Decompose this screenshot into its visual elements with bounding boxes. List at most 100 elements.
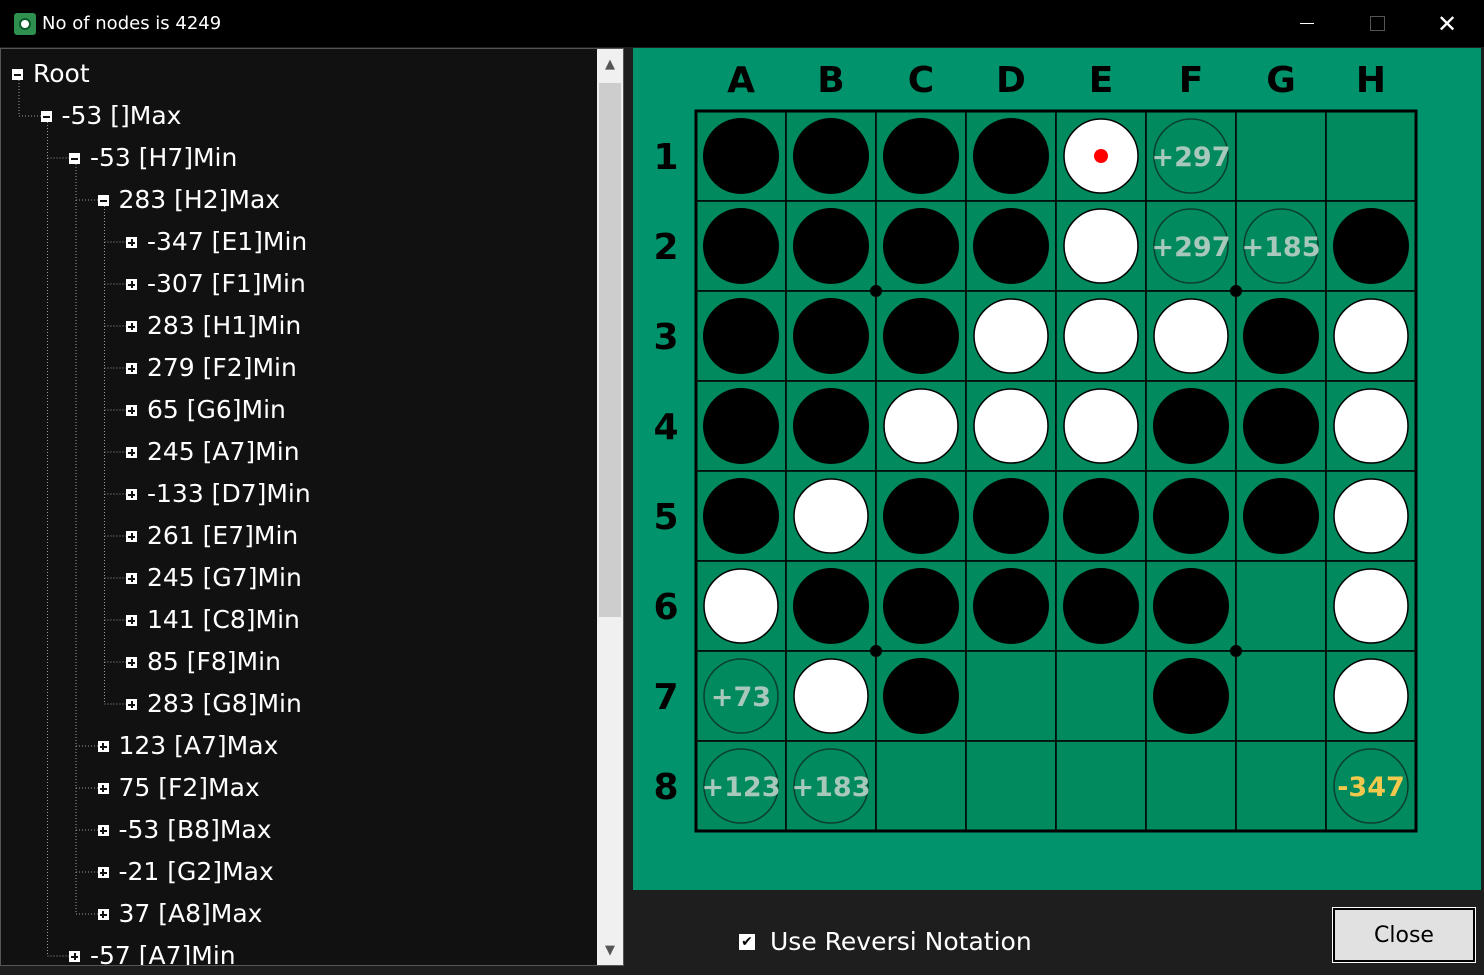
black-disc (793, 568, 869, 644)
column-label-h: H (1356, 60, 1386, 101)
expand-plus-icon[interactable] (97, 741, 109, 752)
tree-node-label[interactable]: 245 [A7]Min (147, 437, 300, 467)
black-disc (703, 208, 779, 284)
white-disc (703, 568, 779, 644)
column-label-f: F (1179, 60, 1204, 101)
board-star-point (1230, 285, 1242, 297)
reversi-notation-label[interactable]: Use Reversi Notation (770, 926, 1032, 958)
scroll-up-arrow-icon[interactable]: ▲ (597, 49, 623, 79)
tree-node-label[interactable]: 283 [G8]Min (147, 689, 302, 719)
white-disc (1333, 298, 1409, 374)
tree-node-label[interactable]: 75 [F2]Max (119, 773, 260, 803)
black-disc (703, 388, 779, 464)
board-cell[interactable] (1235, 650, 1327, 742)
white-disc (793, 478, 869, 554)
move-score-label: +297 (1152, 142, 1231, 173)
black-disc (1153, 478, 1229, 554)
expand-plus-icon[interactable] (126, 573, 137, 584)
black-disc (1243, 298, 1319, 374)
close-button[interactable]: Close (1332, 907, 1476, 963)
board-cell[interactable] (965, 740, 1057, 832)
board-cell[interactable] (1325, 110, 1417, 202)
tree-node-label[interactable]: 123 [A7]Max (119, 731, 279, 761)
tree-node-label[interactable]: Root (33, 59, 90, 89)
expand-plus-icon[interactable] (126, 531, 137, 542)
tree-node-label[interactable]: 261 [E7]Min (147, 521, 298, 551)
column-label-b: B (817, 60, 844, 101)
tree-node-label[interactable]: 283 [H2]Max (119, 185, 281, 215)
board-cell[interactable] (1235, 740, 1327, 832)
expand-plus-icon[interactable] (126, 699, 137, 710)
expand-plus-icon[interactable] (126, 279, 137, 290)
expand-plus-icon[interactable] (97, 867, 109, 878)
scroll-thumb[interactable] (599, 83, 621, 617)
board-cell[interactable] (1235, 110, 1327, 202)
tree-node-label[interactable]: 245 [G7]Min (147, 563, 302, 593)
title-bar: No of nodes is 4249 ✕ (0, 0, 1484, 47)
minimize-button[interactable] (1272, 0, 1342, 47)
board-cell[interactable] (1235, 560, 1327, 652)
black-disc (1063, 568, 1139, 644)
tree-node-label[interactable]: -347 [E1]Min (147, 227, 307, 257)
tree-node-label[interactable]: -57 [A7]Min (90, 941, 236, 965)
white-disc (793, 658, 869, 734)
black-disc (883, 298, 959, 374)
tree-node-label[interactable]: -307 [F1]Min (147, 269, 306, 299)
expand-plus-icon[interactable] (126, 363, 137, 374)
expand-plus-icon[interactable] (126, 237, 137, 248)
collapse-minus-icon[interactable] (12, 69, 23, 80)
tree-node-label[interactable]: -53 [H7]Min (90, 143, 237, 173)
board-panel: A B C D E F G H 1 2 3 4 5 6 7 8 +297 +297 +185 +73 +123 +183 -… (633, 48, 1481, 890)
board-cell[interactable] (875, 740, 967, 832)
tree-node-label[interactable]: -53 []Max (62, 101, 182, 131)
row-label-5: 5 (653, 497, 678, 538)
close-window-button[interactable]: ✕ (1412, 0, 1482, 47)
black-disc (883, 478, 959, 554)
tree-node-label[interactable]: -133 [D7]Min (147, 479, 311, 509)
tree-node-label[interactable]: -21 [G2]Max (119, 857, 274, 887)
expand-plus-icon[interactable] (126, 447, 137, 458)
maximize-button[interactable] (1342, 0, 1412, 47)
footer-bar: ✔ Use Reversi Notation Close (633, 892, 1484, 975)
white-disc (883, 388, 959, 464)
tree-node-label[interactable]: 283 [H1]Min (147, 311, 301, 341)
tree-node-label[interactable]: 141 [C8]Min (147, 605, 300, 635)
expand-plus-icon[interactable] (126, 489, 137, 500)
tree-node-label[interactable]: 279 [F2]Min (147, 353, 297, 383)
board-cell[interactable] (965, 650, 1057, 742)
board-cell[interactable] (1055, 740, 1147, 832)
expand-plus-icon[interactable] (69, 951, 80, 962)
column-label-d: D (996, 60, 1026, 101)
tree-node-label[interactable]: -53 [B8]Max (119, 815, 272, 845)
scroll-down-arrow-icon[interactable]: ▼ (597, 935, 623, 965)
tree-node-label[interactable]: 65 [G6]Min (147, 395, 286, 425)
collapse-minus-icon[interactable] (97, 195, 109, 206)
reversi-notation-checkbox[interactable]: ✔ (739, 934, 755, 950)
expand-plus-icon[interactable] (126, 405, 137, 416)
column-label-e: E (1089, 60, 1114, 101)
white-disc (1333, 568, 1409, 644)
tree-vertical-scrollbar[interactable]: ▲ ▼ (597, 49, 623, 965)
collapse-minus-icon[interactable] (40, 111, 52, 122)
row-label-1: 1 (653, 137, 678, 178)
expand-plus-icon[interactable] (126, 615, 137, 626)
move-score-label: -347 (1337, 772, 1405, 803)
collapse-minus-icon[interactable] (69, 153, 80, 164)
search-tree-view[interactable]: Root -53 []Max -53 [H7]Min 283 [H2]Max -347 … (0, 48, 624, 966)
row-label-4: 4 (653, 407, 678, 448)
expand-plus-icon[interactable] (97, 825, 109, 836)
black-disc (793, 388, 869, 464)
white-disc (1063, 388, 1139, 464)
expand-plus-icon[interactable] (97, 783, 109, 794)
expand-plus-icon[interactable] (126, 657, 137, 668)
expand-plus-icon[interactable] (126, 321, 137, 332)
row-label-7: 7 (653, 677, 678, 718)
board-cell[interactable] (1145, 740, 1237, 832)
black-disc (793, 208, 869, 284)
expand-plus-icon[interactable] (97, 909, 109, 920)
window-title: No of nodes is 4249 (42, 13, 222, 34)
tree-node-label[interactable]: 85 [F8]Min (147, 647, 281, 677)
tree-node-label[interactable]: 37 [A8]Max (119, 899, 263, 929)
board-cell[interactable] (1055, 650, 1147, 742)
reversi-board[interactable]: A B C D E F G H 1 2 3 4 5 6 7 8 +297 +297 +185 +73 +123 +183 -… (633, 48, 1481, 890)
